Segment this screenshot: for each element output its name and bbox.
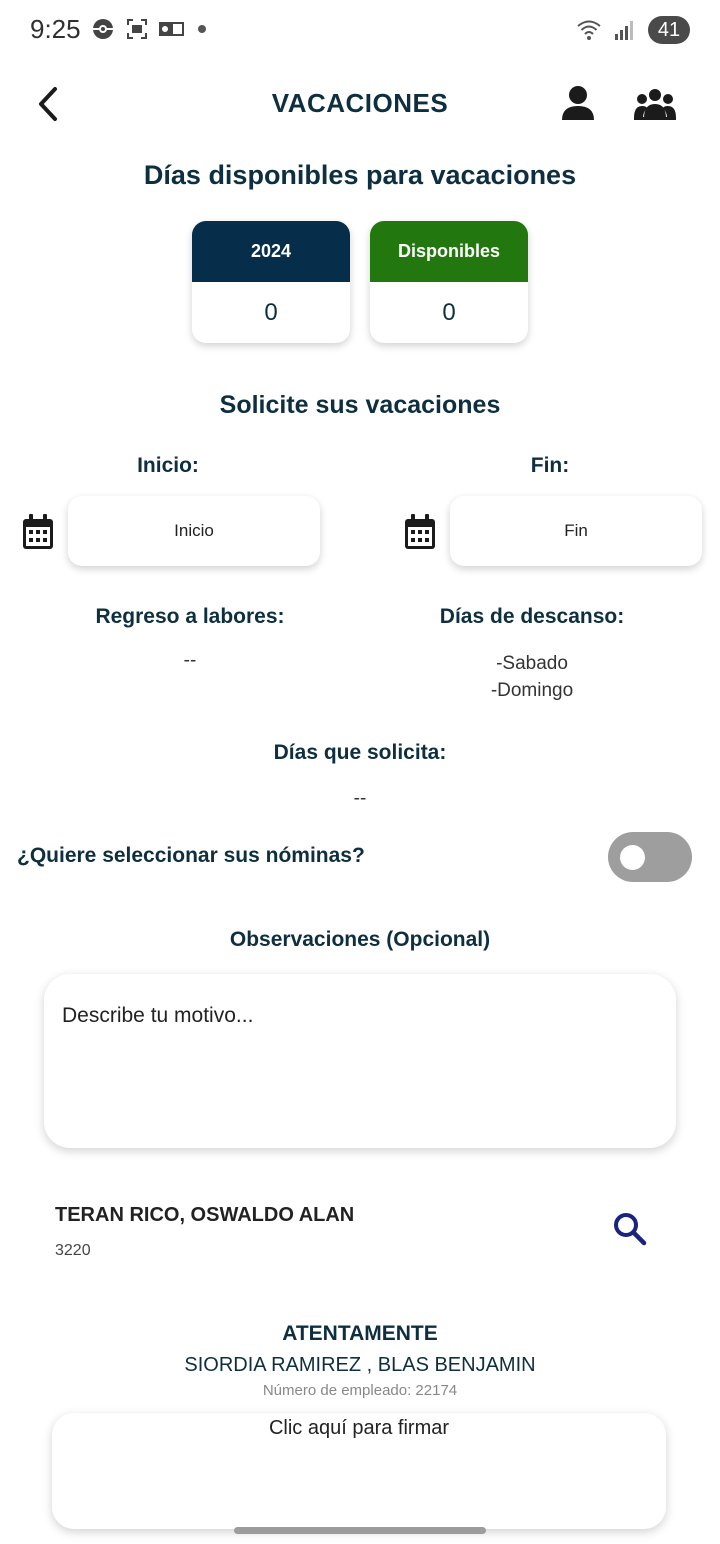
end-label: Fin: (530, 454, 570, 477)
pokeball-icon (90, 17, 116, 41)
status-time: 9:25 (30, 14, 81, 44)
battery-indicator: 41 (648, 16, 690, 44)
profile-button[interactable] (560, 84, 596, 124)
available-days-heading: Días disponibles para vacaciones (143, 160, 577, 190)
sign-prompt: Clic aquí para firmar (268, 1417, 450, 1439)
closing-text: ATENTAMENTE (282, 1322, 438, 1345)
employee-search-button[interactable] (612, 1211, 648, 1247)
return-value: -- (183, 650, 197, 671)
search-icon (614, 1213, 647, 1246)
home-indicator[interactable] (234, 1527, 486, 1534)
team-button[interactable] (634, 86, 676, 122)
group-icon (634, 89, 676, 120)
start-date-field[interactable]: Inicio (68, 496, 320, 566)
requested-days-value: -- (353, 788, 367, 809)
wifi-icon (576, 18, 602, 42)
start-label: Inicio: (137, 454, 199, 477)
app-bar: VACACIONES (0, 62, 720, 150)
calendar-icon[interactable] (21, 513, 55, 551)
year-card-label: 2024 (192, 221, 350, 282)
person-icon (562, 86, 594, 120)
signature-pad[interactable]: Clic aquí para firmar (52, 1413, 666, 1529)
year-card-value: 0 (264, 298, 278, 326)
year-card: 2024 0 (192, 221, 350, 343)
rest-days-label: Días de descanso: (439, 605, 625, 628)
rest-day-item: -Domingo (490, 680, 574, 701)
toggle-knob (620, 845, 645, 870)
available-card-label: Disponibles (370, 221, 528, 282)
observations-label: Observaciones (Opcional) (229, 928, 491, 951)
payroll-question: ¿Quiere seleccionar sus nóminas? (17, 844, 365, 867)
calendar-icon[interactable] (403, 513, 437, 551)
page-title: VACACIONES (271, 88, 449, 118)
signer-employee-number: Número de empleado: 22174 (262, 1382, 458, 1399)
return-label: Regreso a labores: (95, 605, 285, 628)
requested-days-label: Días que solicita: (273, 741, 447, 764)
signal-icon (612, 18, 638, 42)
observations-input[interactable]: Describe tu motivo... (44, 974, 676, 1148)
system-icons: 41 (576, 16, 690, 44)
outlook-icon (158, 17, 184, 41)
rest-day-item: -Sabado (496, 653, 568, 674)
available-card: Disponibles 0 (370, 221, 528, 343)
employee-number: 3220 (55, 1242, 91, 1259)
notification-icons (90, 17, 206, 41)
end-date-field[interactable]: Fin (450, 496, 702, 566)
signer-name: SIORDIA RAMIREZ , BLAS BENJAMIN (184, 1354, 536, 1376)
more-notifications-dot (198, 25, 206, 33)
rest-days-list: -Sabado -Domingo (462, 650, 602, 704)
request-heading: Solicite sus vacaciones (219, 391, 501, 419)
status-bar: 9:25 41 (0, 0, 720, 60)
employee-name: TERAN RICO, OSWALDO ALAN (55, 1204, 355, 1226)
payroll-toggle[interactable] (608, 832, 692, 882)
screenshot-icon (124, 17, 150, 41)
available-card-value: 0 (442, 298, 456, 326)
